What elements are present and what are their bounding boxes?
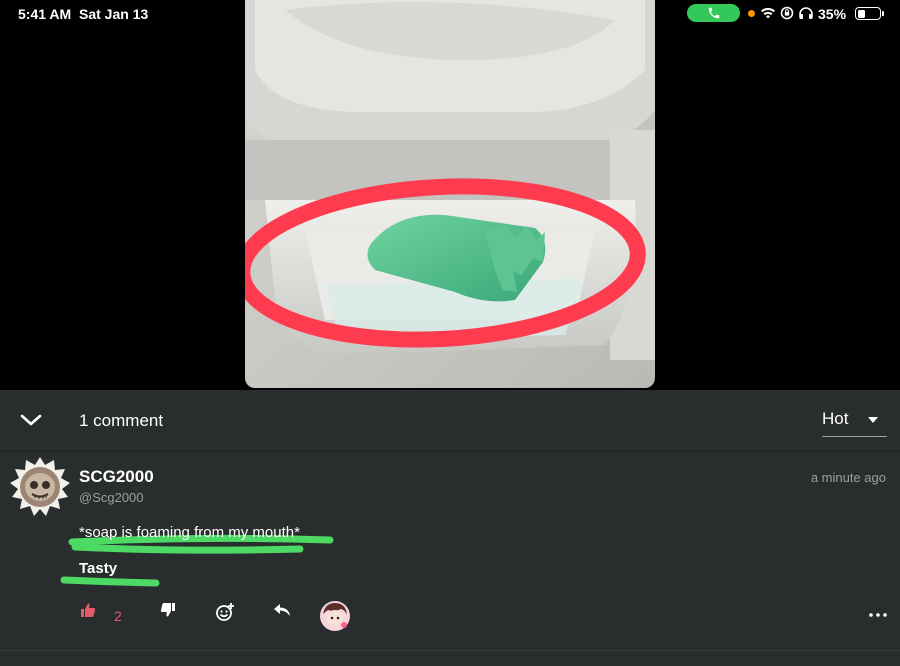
orange-dot [748, 10, 755, 17]
sort-dropdown[interactable]: Hot [822, 404, 887, 437]
comment-count: 1 comment [79, 411, 164, 430]
soap-dish-photo [245, 0, 655, 388]
comments-panel: 1 comment Hot SCG2000 @Scg2000 a minute … [0, 390, 900, 666]
post-image[interactable] [245, 0, 655, 388]
wifi-icon [761, 7, 775, 19]
phone-icon [708, 7, 719, 19]
comments-header: 1 comment Hot [0, 390, 900, 450]
screen-lock-icon [780, 6, 794, 20]
battery-icon [855, 7, 881, 20]
battery-percent: 35% [818, 6, 847, 22]
comment-item: SCG2000 @Scg2000 a minute ago *soap is f… [0, 452, 900, 666]
green-scribble-highlight [60, 534, 334, 587]
battery-nub [882, 11, 884, 16]
collapse-button[interactable] [18, 407, 44, 433]
chevron-down-icon [20, 414, 42, 426]
comment-text-line-2: Tasty [79, 560, 118, 577]
comment-text-line-1: *soap is foaming from my mouth* [79, 524, 300, 541]
caret-down-icon [868, 417, 878, 423]
status-time: 5:41 AM [18, 6, 72, 22]
sort-value: Hot [822, 409, 849, 428]
status-date: Sat Jan 13 [79, 6, 149, 22]
active-call-pill[interactable] [687, 4, 740, 22]
headphones-icon [799, 7, 813, 19]
